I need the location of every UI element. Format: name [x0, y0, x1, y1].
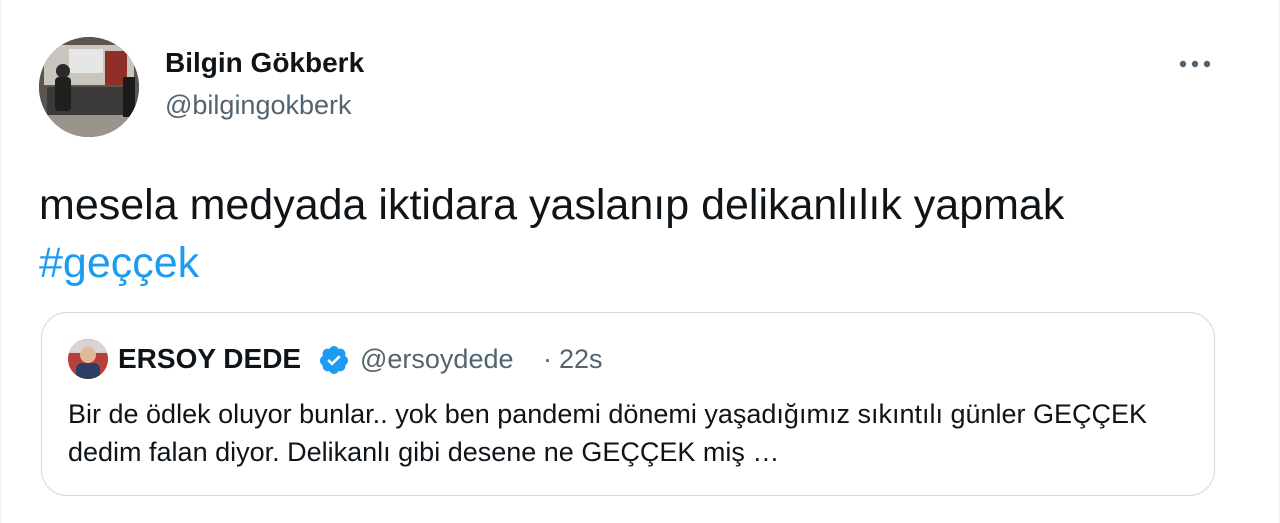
more-options-button[interactable] [1171, 44, 1219, 84]
quote-timestamp[interactable]: 22s [559, 344, 603, 375]
quote-author-avatar[interactable] [68, 339, 108, 379]
quoted-tweet[interactable]: ERSOY DEDE @ersoydede · 22s Bir de ödlek… [41, 312, 1215, 496]
quote-author-name[interactable]: ERSOY DEDE [118, 343, 301, 375]
quote-avatar-photo [68, 339, 108, 379]
quote-text: Bir de ödlek oluyor bunlar.. yok ben pan… [68, 399, 1148, 467]
tweet-body: mesela medyada iktidara yaslanıp delikan… [39, 181, 1065, 229]
author-avatar[interactable] [39, 37, 139, 137]
separator-dot: · [543, 344, 552, 374]
hashtag-link[interactable]: #geççek [39, 234, 1239, 292]
quote-author-handle[interactable]: @ersoydede [360, 344, 514, 375]
ellipsis-icon [1179, 60, 1211, 68]
verified-badge-icon [318, 344, 350, 376]
tweet-text: mesela medyada iktidara yaslanıp delikan… [39, 176, 1239, 292]
tweet-card: Bilgin Gökberk @bilgingokberk mesela med… [0, 0, 1280, 523]
author-handle[interactable]: @bilgingokberk [165, 90, 352, 121]
author-name[interactable]: Bilgin Gökberk [165, 47, 364, 79]
avatar-photo [39, 37, 139, 137]
